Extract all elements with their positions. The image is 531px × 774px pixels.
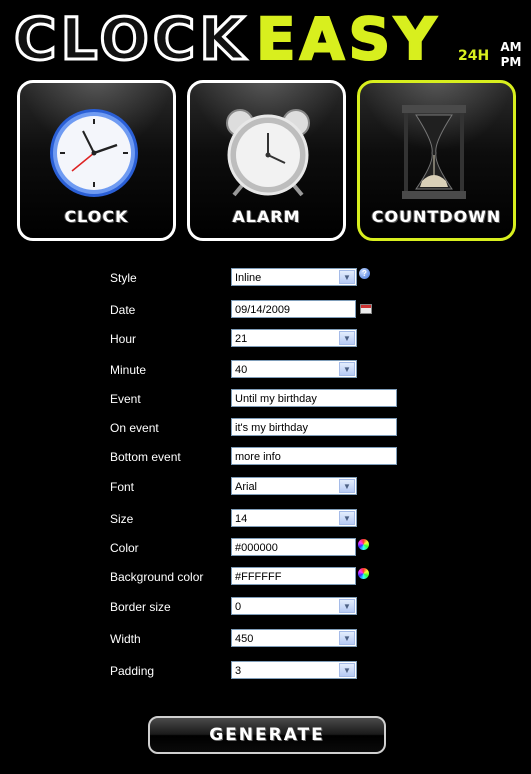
style-label: Style xyxy=(110,271,137,285)
font-label: Font xyxy=(110,480,135,494)
background-color-label: Background color xyxy=(110,570,204,584)
tile-countdown[interactable]: COUNTDOWN xyxy=(357,80,516,241)
form-row-hour: Hour 21 ▼ xyxy=(0,329,531,351)
tile-clock-label: CLOCK xyxy=(64,207,129,226)
event-field[interactable]: Until my birthday xyxy=(231,389,397,407)
font-select[interactable]: Arial ▼ xyxy=(231,477,357,495)
border-size-value: 0 xyxy=(235,601,242,613)
style-value: Inline xyxy=(235,272,262,284)
form-row-event: Event Until my birthday xyxy=(0,389,531,411)
chevron-down-icon: ▼ xyxy=(339,599,355,613)
tile-countdown-label: COUNTDOWN xyxy=(371,207,502,226)
background-color-field[interactable]: #FFFFFF xyxy=(231,567,356,585)
chevron-down-icon: ▼ xyxy=(339,331,355,345)
color-picker-icon[interactable] xyxy=(358,539,369,550)
event-value: Until my birthday xyxy=(235,393,317,405)
size-label: Size xyxy=(110,512,134,526)
logo-clock-text: CLOCK xyxy=(12,5,249,73)
color-picker-icon[interactable] xyxy=(358,568,369,579)
size-value: 14 xyxy=(235,513,248,525)
format-24h-toggle[interactable]: 24H xyxy=(458,48,489,64)
generate-button[interactable]: GENERATE xyxy=(148,716,386,754)
color-field[interactable]: #000000 xyxy=(231,538,356,556)
form-row-date: Date 09/14/2009 xyxy=(0,300,531,322)
hour-select[interactable]: 21 ▼ xyxy=(231,329,357,347)
form-row-on-event: On event it's my birthday xyxy=(0,418,531,440)
color-label: Color xyxy=(110,541,139,555)
form-row-bottom-event: Bottom event more info xyxy=(0,447,531,469)
minute-value: 40 xyxy=(235,364,248,376)
format-ampm-toggle[interactable]: AM PM xyxy=(494,40,528,70)
pm-label: PM xyxy=(500,55,522,69)
event-label: Event xyxy=(110,392,141,406)
style-select[interactable]: Inline ▼ xyxy=(231,268,357,286)
logo-easy-text: EASY xyxy=(255,5,441,73)
hour-value: 21 xyxy=(235,333,248,345)
chevron-down-icon: ▼ xyxy=(339,511,355,525)
date-field[interactable]: 09/14/2009 xyxy=(231,300,356,318)
background-color-value: #FFFFFF xyxy=(235,571,282,583)
form-row-border-size: Border size 0 ▼ xyxy=(0,597,531,619)
padding-value: 3 xyxy=(235,665,242,677)
calendar-icon[interactable] xyxy=(360,304,372,314)
on-event-label: On event xyxy=(110,421,159,435)
width-label: Width xyxy=(110,632,141,646)
width-select[interactable]: 450 ▼ xyxy=(231,629,357,647)
bottom-event-field[interactable]: more info xyxy=(231,447,397,465)
date-label: Date xyxy=(110,303,136,317)
border-size-label: Border size xyxy=(110,600,171,614)
form-row-style: Style Inline ▼ ? xyxy=(0,268,531,290)
chevron-down-icon: ▼ xyxy=(339,362,355,376)
form-row-padding: Padding 3 ▼ xyxy=(0,661,531,683)
form-row-background-color: Background color #FFFFFF xyxy=(0,567,531,589)
tile-clock[interactable]: CLOCK xyxy=(17,80,176,241)
font-value: Arial xyxy=(235,481,258,493)
form-row-size: Size 14 ▼ xyxy=(0,509,531,531)
tile-alarm-label: ALARM xyxy=(232,207,301,226)
chevron-down-icon: ▼ xyxy=(339,631,355,645)
padding-select[interactable]: 3 ▼ xyxy=(231,661,357,679)
tile-alarm[interactable]: ALARM xyxy=(187,80,346,241)
bottom-event-label: Bottom event xyxy=(110,450,181,464)
minute-select[interactable]: 40 ▼ xyxy=(231,360,357,378)
bottom-event-value: more info xyxy=(235,451,281,463)
padding-label: Padding xyxy=(110,664,155,678)
form-row-width: Width 450 ▼ xyxy=(0,629,531,651)
width-value: 450 xyxy=(235,633,254,645)
form-row-color: Color #000000 xyxy=(0,538,531,560)
minute-label: Minute xyxy=(110,363,147,377)
on-event-value: it's my birthday xyxy=(235,422,309,434)
date-value: 09/14/2009 xyxy=(235,304,291,316)
border-size-select[interactable]: 0 ▼ xyxy=(231,597,357,615)
on-event-field[interactable]: it's my birthday xyxy=(231,418,397,436)
help-icon[interactable]: ? xyxy=(359,268,370,279)
chevron-down-icon: ▼ xyxy=(339,663,355,677)
chevron-down-icon: ▼ xyxy=(339,270,355,284)
form-row-minute: Minute 40 ▼ xyxy=(0,360,531,382)
am-label: AM xyxy=(500,40,522,54)
chevron-down-icon: ▼ xyxy=(339,479,355,493)
form-row-font: Font Arial ▼ xyxy=(0,477,531,499)
size-select[interactable]: 14 ▼ xyxy=(231,509,357,527)
color-value: #000000 xyxy=(235,542,278,554)
hour-label: Hour xyxy=(110,332,137,346)
